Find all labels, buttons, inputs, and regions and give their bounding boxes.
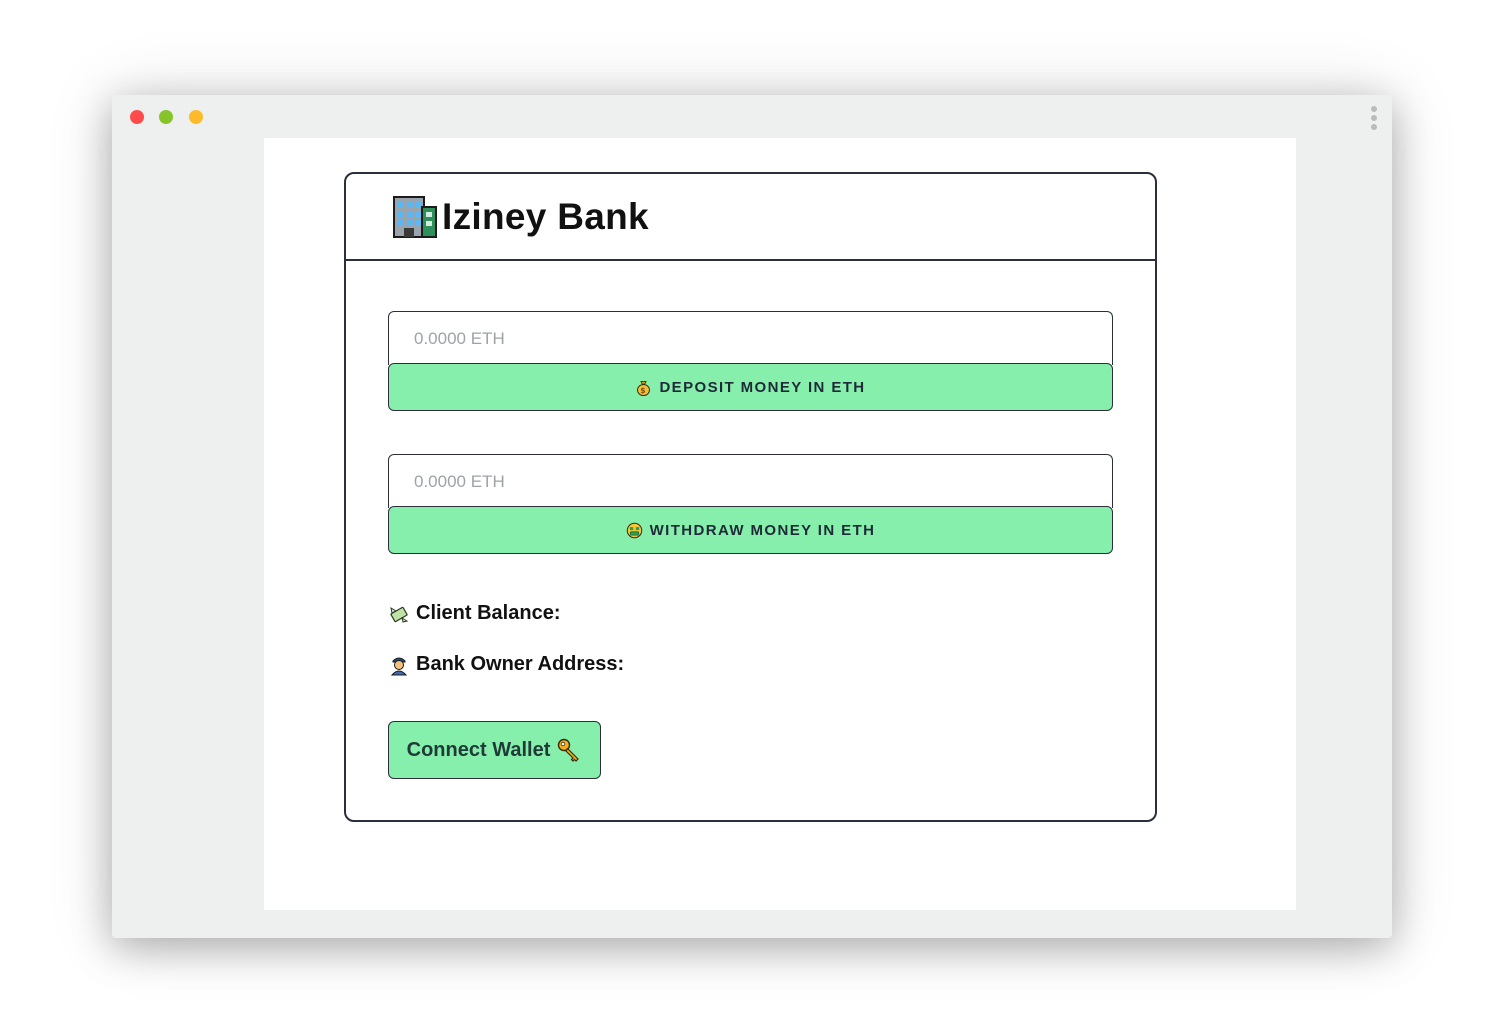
- browser-window: Iziney Bank $ Deposit money in ETH: [112, 95, 1392, 938]
- minimize-window-button[interactable]: [189, 110, 203, 124]
- bank-owner-row: Bank Owner Address:: [388, 653, 624, 676]
- bank-card: Iziney Bank $ Deposit money in ETH: [344, 172, 1157, 822]
- svg-text:$: $: [641, 386, 648, 395]
- deposit-amount-input[interactable]: [388, 311, 1113, 365]
- bank-owner-label: Bank Owner Address:: [416, 653, 625, 675]
- connect-wallet-button[interactable]: Connect Wallet: [388, 721, 601, 779]
- withdraw-amount-input[interactable]: [388, 454, 1113, 508]
- withdraw-button[interactable]: Withdraw money in ETH: [388, 506, 1113, 554]
- money-with-wings-icon: [390, 606, 409, 623]
- connect-wallet-label: Connect Wallet: [406, 738, 551, 761]
- money-mouth-face-icon: [626, 522, 642, 538]
- withdraw-button-label: Withdraw money in ETH: [649, 521, 876, 539]
- key-icon: [558, 738, 580, 762]
- kebab-menu-icon[interactable]: [1370, 106, 1378, 130]
- client-balance-row: Client Balance:: [388, 602, 560, 625]
- maximize-window-button[interactable]: [159, 110, 173, 124]
- money-bag-icon: $: [637, 380, 651, 396]
- deposit-form: $ Deposit money in ETH: [388, 311, 1113, 412]
- close-window-button[interactable]: [130, 110, 144, 124]
- card-header: Iziney Bank: [346, 174, 1155, 261]
- page-title: Iziney Bank: [442, 195, 649, 237]
- office-building-icon: [393, 195, 437, 238]
- page-viewport: Iziney Bank $ Deposit money in ETH: [264, 138, 1296, 910]
- deposit-button[interactable]: $ Deposit money in ETH: [388, 363, 1113, 411]
- police-officer-icon: [390, 657, 408, 675]
- client-balance-label: Client Balance:: [416, 602, 561, 624]
- deposit-button-label: Deposit money in ETH: [659, 378, 866, 396]
- withdraw-form: Withdraw money in ETH: [388, 454, 1113, 555]
